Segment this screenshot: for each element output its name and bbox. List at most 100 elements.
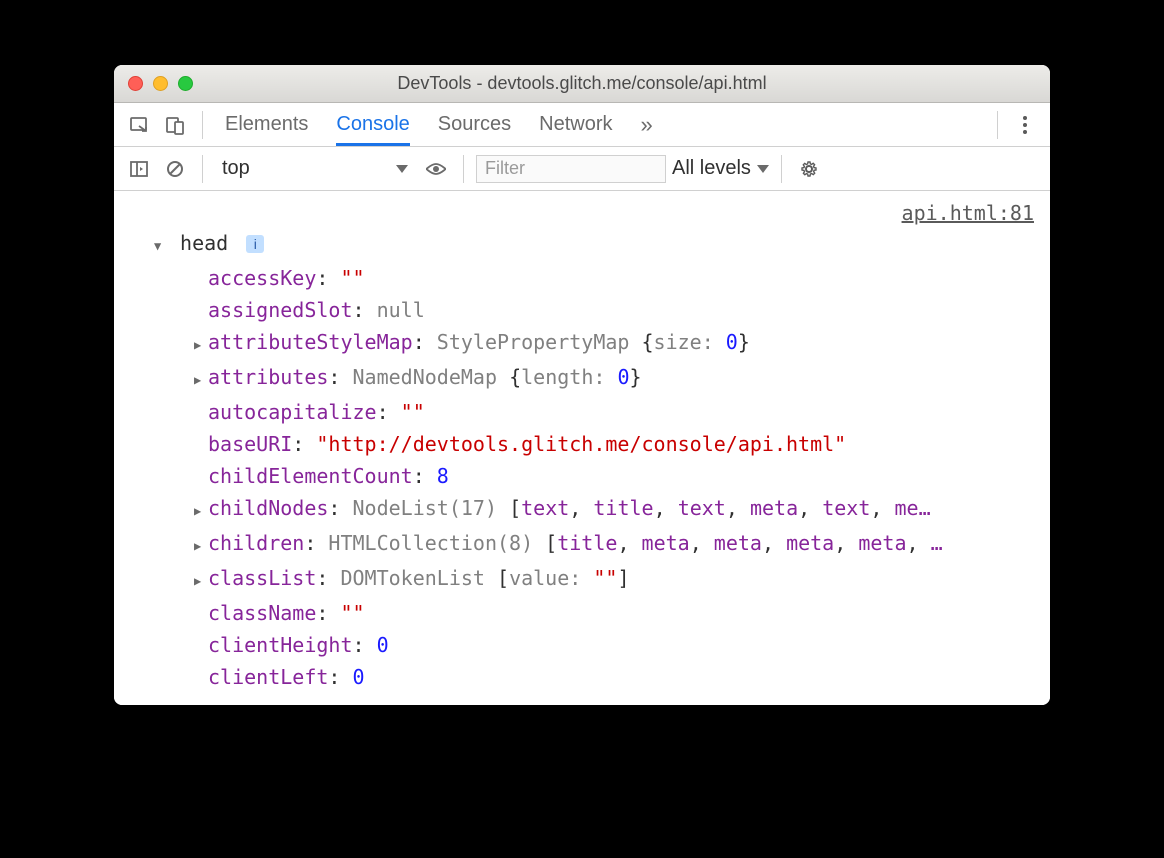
levels-label: All levels xyxy=(672,157,751,180)
window-title: DevTools - devtools.glitch.me/console/ap… xyxy=(114,73,1050,94)
property-key: attributeStyleMap xyxy=(208,330,413,354)
property-key: childNodes xyxy=(208,496,328,520)
colon: : xyxy=(328,496,352,520)
colon: : xyxy=(328,665,352,689)
property-row[interactable]: attributes: NamedNodeMap {length: 0} xyxy=(194,361,1036,396)
property-value: 8 xyxy=(437,464,449,488)
object-root[interactable]: head i xyxy=(154,227,1036,262)
tabs-bar: Elements Console Sources Network » xyxy=(114,103,1050,147)
separator xyxy=(202,155,203,183)
colon: : xyxy=(353,633,377,657)
colon: : xyxy=(304,531,328,555)
list-item: text xyxy=(822,496,870,520)
property-row: clientHeight: 0 xyxy=(194,629,1036,661)
property-key: baseURI xyxy=(208,432,292,456)
property-row: autocapitalize: "" xyxy=(194,396,1036,428)
type-name: NodeList(17) xyxy=(353,496,510,520)
colon: : xyxy=(316,566,340,590)
property-row: className: "" xyxy=(194,597,1036,629)
property-key: classList xyxy=(208,566,316,590)
console-sidebar-toggle-icon[interactable] xyxy=(124,154,154,184)
more-menu-icon[interactable] xyxy=(1010,110,1040,140)
log-levels-selector[interactable]: All levels xyxy=(672,157,769,180)
colon: : xyxy=(328,365,352,389)
colon: : xyxy=(413,464,437,488)
list-item: … xyxy=(931,531,943,555)
live-expression-icon[interactable] xyxy=(421,154,451,184)
context-selector[interactable]: top xyxy=(215,154,415,183)
context-value: top xyxy=(222,157,250,180)
property-key: clientHeight xyxy=(208,633,353,657)
property-value: "http://devtools.glitch.me/console/api.h… xyxy=(316,432,846,456)
tabs-overflow[interactable]: » xyxy=(641,103,653,146)
colon: : xyxy=(377,400,401,424)
panel-tabs: Elements Console Sources Network » xyxy=(225,103,653,146)
disclosure-triangle-icon[interactable] xyxy=(194,361,208,396)
traffic-lights xyxy=(114,76,193,91)
close-window-button[interactable] xyxy=(128,76,143,91)
property-row: baseURI: "http://devtools.glitch.me/cons… xyxy=(194,428,1036,460)
list-item: meta xyxy=(750,496,798,520)
property-value: 0 xyxy=(377,633,389,657)
list-item: title xyxy=(557,531,617,555)
list-item: meta xyxy=(786,531,834,555)
separator xyxy=(997,111,998,139)
tab-network[interactable]: Network xyxy=(539,103,612,146)
root-label: head xyxy=(180,231,228,255)
colon: : xyxy=(353,298,377,322)
property-value: "" xyxy=(340,266,364,290)
colon: : xyxy=(413,330,437,354)
property-key: childElementCount xyxy=(208,464,413,488)
clear-console-icon[interactable] xyxy=(160,154,190,184)
property-row[interactable]: children: HTMLCollection(8) [title, meta… xyxy=(194,527,1036,562)
device-toggle-icon[interactable] xyxy=(160,110,190,140)
list-item: title xyxy=(593,496,653,520)
tab-elements[interactable]: Elements xyxy=(225,103,308,146)
property-key: clientLeft xyxy=(208,665,328,689)
disclosure-triangle-icon[interactable] xyxy=(154,227,168,262)
property-key: autocapitalize xyxy=(208,400,377,424)
property-row[interactable]: childNodes: NodeList(17) [text, title, t… xyxy=(194,492,1036,527)
info-badge-icon[interactable]: i xyxy=(246,235,264,253)
property-value: "" xyxy=(401,400,425,424)
property-key: className xyxy=(208,601,316,625)
console-body: api.html:81 head i accessKey: ""assigned… xyxy=(114,191,1050,705)
colon: : xyxy=(292,432,316,456)
property-value: "" xyxy=(340,601,364,625)
property-key: children xyxy=(208,531,304,555)
filter-input[interactable] xyxy=(476,155,666,183)
list-item: text xyxy=(521,496,569,520)
zoom-window-button[interactable] xyxy=(178,76,193,91)
list-item: meta xyxy=(858,531,906,555)
separator xyxy=(463,155,464,183)
tab-console[interactable]: Console xyxy=(336,103,409,146)
console-toolbar: top All levels xyxy=(114,147,1050,191)
object-tree: head i accessKey: ""assignedSlot: nullat… xyxy=(154,227,1036,693)
disclosure-triangle-icon[interactable] xyxy=(194,492,208,527)
property-row: accessKey: "" xyxy=(194,262,1036,294)
devtools-window: DevTools - devtools.glitch.me/console/ap… xyxy=(114,65,1050,705)
property-value: null xyxy=(377,298,425,322)
titlebar: DevTools - devtools.glitch.me/console/ap… xyxy=(114,65,1050,103)
minimize-window-button[interactable] xyxy=(153,76,168,91)
disclosure-triangle-icon[interactable] xyxy=(194,527,208,562)
chevron-down-icon xyxy=(757,165,769,173)
inspect-icon[interactable] xyxy=(124,110,154,140)
source-link[interactable]: api.html:81 xyxy=(902,197,1034,229)
property-value: 0 xyxy=(353,665,365,689)
separator xyxy=(202,111,203,139)
list-item: text xyxy=(678,496,726,520)
console-settings-icon[interactable] xyxy=(794,154,824,184)
tab-sources[interactable]: Sources xyxy=(438,103,511,146)
type-name: StylePropertyMap xyxy=(437,330,642,354)
chevron-down-icon xyxy=(396,165,408,173)
property-key: attributes xyxy=(208,365,328,389)
property-row[interactable]: attributeStyleMap: StylePropertyMap {siz… xyxy=(194,326,1036,361)
colon: : xyxy=(316,266,340,290)
disclosure-triangle-icon[interactable] xyxy=(194,562,208,597)
list-item: meta xyxy=(714,531,762,555)
disclosure-triangle-icon[interactable] xyxy=(194,326,208,361)
property-list: accessKey: ""assignedSlot: nullattribute… xyxy=(194,262,1036,693)
property-row[interactable]: classList: DOMTokenList [value: ""] xyxy=(194,562,1036,597)
property-row: clientLeft: 0 xyxy=(194,661,1036,693)
